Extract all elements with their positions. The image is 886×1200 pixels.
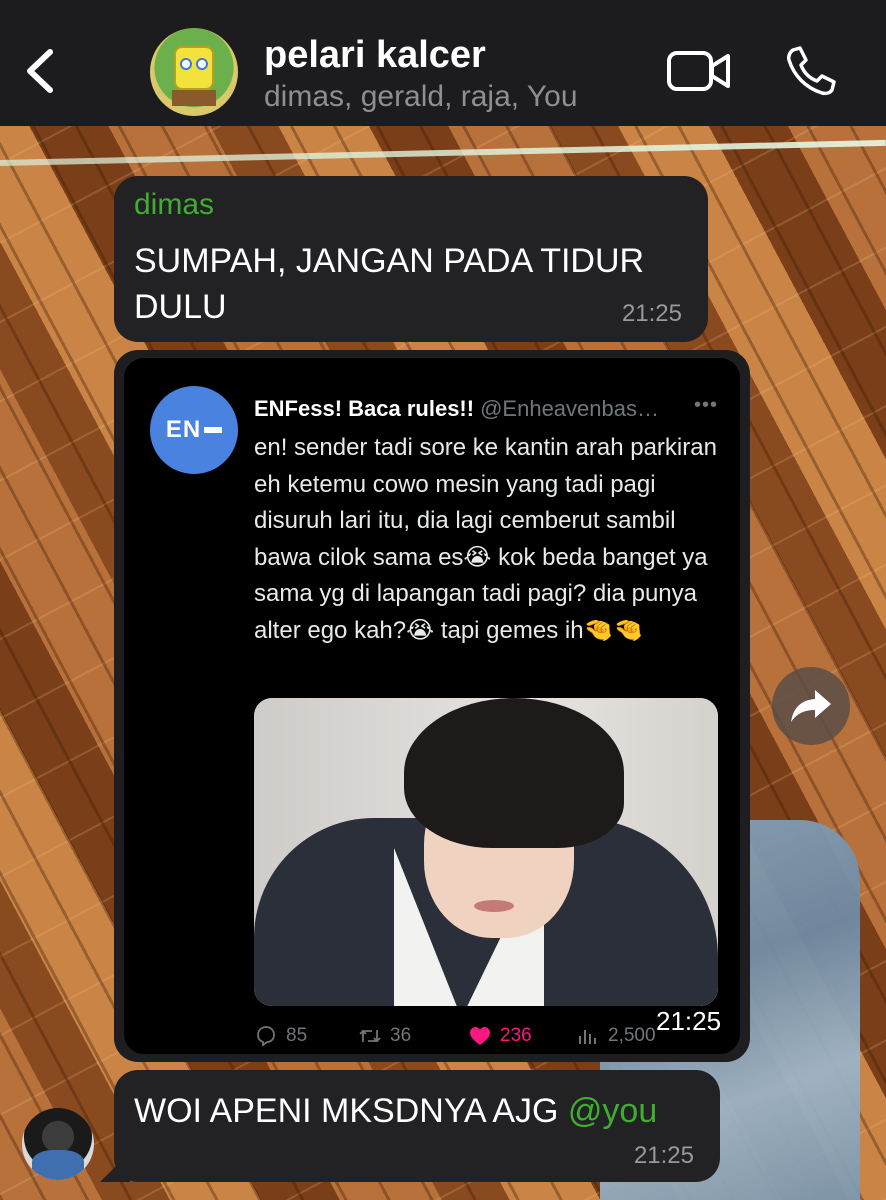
tweet-text: en! sender tadi sore ke kantin arah park… (254, 434, 717, 644)
views-icon (579, 1030, 596, 1044)
background-floor-line (0, 139, 886, 166)
back-chevron-icon[interactable] (22, 46, 56, 96)
tweet-photo (254, 698, 718, 1006)
video-call-icon[interactable] (666, 48, 732, 94)
message-time: 21:25 (656, 1006, 722, 1036)
chat-members[interactable]: dimas, gerald, raja, You (264, 80, 578, 114)
tweet-avatar-text: EN (165, 416, 202, 443)
tweet-retweets: 36 (358, 1024, 411, 1048)
retweet-icon (359, 1029, 381, 1043)
sender-name[interactable]: dimas (134, 188, 214, 222)
tweet-likes: 236 (468, 1024, 532, 1048)
reply-count: 85 (286, 1025, 308, 1046)
group-avatar[interactable] (150, 28, 238, 116)
message-bubble[interactable]: WOI APENI MKSDNYA AJG @you 21:25 (114, 1070, 720, 1182)
retweet-count: 36 (390, 1025, 412, 1046)
tweet-message-bubble[interactable]: EN ENFess! Baca rules!! @Enheavenbas… •••… (114, 350, 750, 1062)
message-text: WOI APENI MKSDNYA AJG @you (134, 1088, 694, 1134)
tweet-screenshot[interactable]: EN ENFess! Baca rules!! @Enheavenbas… •••… (124, 358, 740, 1054)
view-count: 2,500 (608, 1025, 656, 1046)
more-icon: ••• (694, 394, 719, 416)
message-text: SUMPAH, JANGAN PADA TIDUR DULU (134, 242, 645, 326)
chat-title[interactable]: pelari kalcer (264, 34, 486, 77)
tweet-header: ENFess! Baca rules!! @Enheavenbas… (254, 396, 659, 422)
message-text-body: WOI APENI MKSDNYA AJG (134, 1092, 568, 1130)
tweet-replies: 85 (254, 1024, 307, 1048)
chat-header: pelari kalcer dimas, gerald, raja, You (0, 0, 886, 126)
phone-icon[interactable] (786, 44, 838, 96)
tweet-avatar: EN (150, 386, 238, 474)
tweet-author-handle: @Enheavenbas… (480, 396, 659, 421)
forward-icon (791, 690, 831, 722)
message-time: 21:25 (633, 1142, 694, 1169)
reply-icon (257, 1026, 275, 1047)
message-time: 21:25 (621, 300, 682, 327)
tweet-views: 2,500 (576, 1024, 656, 1048)
like-heart-icon (470, 1027, 490, 1045)
tweet-author-name: ENFess! Baca rules!! (254, 396, 475, 421)
message-bubble[interactable]: dimas SUMPAH, JANGAN PADA TIDUR DULU 21:… (114, 176, 708, 342)
sender-avatar[interactable] (22, 1108, 94, 1180)
like-count: 236 (500, 1025, 532, 1046)
mention-link[interactable]: @you (568, 1092, 657, 1130)
forward-button[interactable] (772, 667, 850, 745)
